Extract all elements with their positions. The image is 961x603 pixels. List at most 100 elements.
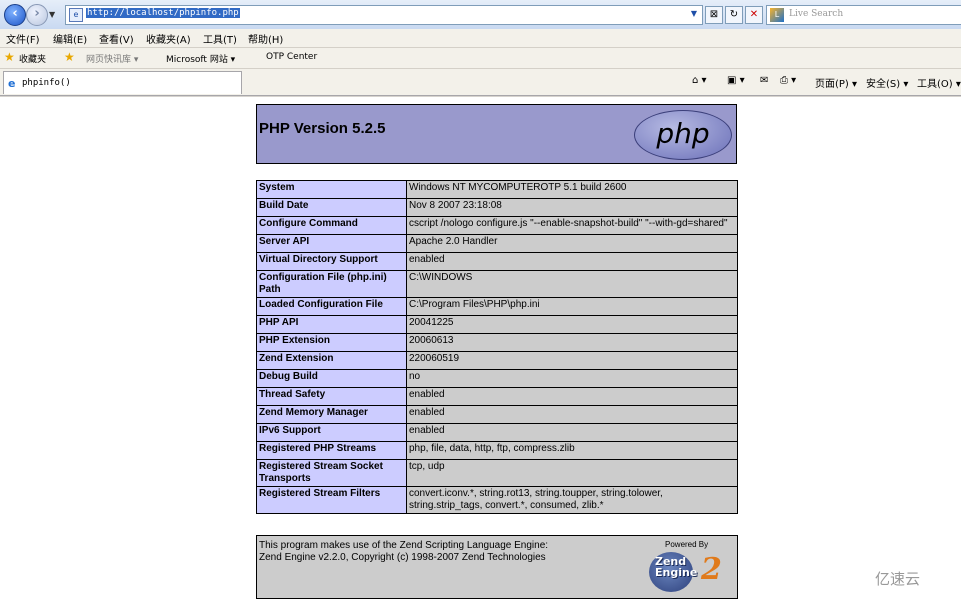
php-header: PHP Version 5.2.5 php <box>256 104 737 164</box>
row-key: Server API <box>256 234 407 253</box>
row-value: Nov 8 2007 23:18:08 <box>406 198 738 217</box>
menu-help[interactable]: 帮助(H) <box>248 31 283 46</box>
row-key: Registered PHP Streams <box>256 441 407 460</box>
row-value: no <box>406 369 738 388</box>
address-toolbar: ‹ › ▼ e http://localhost/phpinfo.php ▼ ⊠… <box>0 0 961 30</box>
table-row: Zend Extension 220060519 <box>256 351 738 370</box>
row-key: Loaded Configuration File <box>256 297 407 316</box>
fav-microsoft[interactable]: Microsoft 网站 ▾ <box>166 52 235 65</box>
search-box[interactable]: L Live Search <box>766 5 961 25</box>
row-key: Virtual Directory Support <box>256 252 407 271</box>
table-row: Zend Memory Manager enabled <box>256 405 738 424</box>
zend-powered-by: Powered By <box>665 540 709 549</box>
back-button[interactable]: ‹ <box>4 4 26 26</box>
table-row: Registered Stream Filters convert.iconv.*… <box>256 486 738 514</box>
table-row: Registered PHP Streams php, file, data, h… <box>256 441 738 460</box>
zend-word-2: Engine <box>655 566 698 579</box>
table-row: PHP API 20041225 <box>256 315 738 334</box>
row-key: Registered Stream Filters <box>256 486 407 514</box>
menu-file[interactable]: 文件(F) <box>6 31 40 46</box>
row-value: php, file, data, http, ftp, compress.zli… <box>406 441 738 460</box>
print-icon[interactable]: ⎙ ▾ <box>780 75 796 86</box>
row-key: Registered Stream Socket Transports <box>256 459 407 487</box>
zend-two: 2 <box>701 552 722 587</box>
menu-favorites[interactable]: 收藏夹(A) <box>146 31 191 46</box>
mail-icon[interactable]: ✉ <box>760 75 768 86</box>
forward-arrow-icon: › <box>34 6 40 21</box>
menu-tools[interactable]: 工具(T) <box>203 31 237 46</box>
row-key: PHP Extension <box>256 333 407 352</box>
footer-line-2: Zend Engine v2.2.0, Copyright (c) 1998-2… <box>259 552 546 563</box>
fav-web-slices[interactable]: 网页快讯库 ▾ <box>86 52 138 65</box>
forward-button[interactable]: › <box>26 4 48 26</box>
live-search-logo-icon: L <box>770 8 784 22</box>
address-dropdown-icon[interactable]: ▼ <box>688 8 700 20</box>
row-value: 20060613 <box>406 333 738 352</box>
row-value: 220060519 <box>406 351 738 370</box>
page-content: PHP Version 5.2.5 php System Windows NT M… <box>0 96 961 603</box>
menu-view[interactable]: 查看(V) <box>99 31 134 46</box>
add-star-icon: ★ <box>64 50 75 64</box>
tools-menu[interactable]: 工具(O) ▾ <box>917 75 961 90</box>
address-url[interactable]: http://localhost/phpinfo.php <box>86 8 240 18</box>
row-value: tcp, udp <box>406 459 738 487</box>
row-value: C:\Program Files\PHP\php.ini <box>406 297 738 316</box>
star-icon: ★ <box>4 50 15 64</box>
tab-phpinfo[interactable]: e phpinfo() <box>3 71 242 94</box>
row-key: PHP API <box>256 315 407 334</box>
search-placeholder: Live Search <box>789 9 844 19</box>
page-menu[interactable]: 页面(P) ▾ <box>815 75 857 90</box>
menu-edit[interactable]: 编辑(E) <box>53 31 87 46</box>
row-value: enabled <box>406 387 738 406</box>
zend-logo-words: Zend Engine <box>655 556 697 578</box>
table-row: Configure Command cscript /nologo configu… <box>256 216 738 235</box>
table-row: PHP Extension 20060613 <box>256 333 738 352</box>
row-value: C:\WINDOWS <box>406 270 738 298</box>
fav-otp-center[interactable]: OTP Center <box>266 52 317 62</box>
watermark: 亿速云 <box>875 570 921 588</box>
address-bar[interactable]: e http://localhost/phpinfo.php ▼ <box>65 5 703 25</box>
row-value: convert.iconv.*, string.rot13, string.to… <box>406 486 738 514</box>
menu-bar: 文件(F) 编辑(E) 查看(V) 收藏夹(A) 工具(T) 帮助(H) <box>0 29 961 48</box>
row-key: Debug Build <box>256 369 407 388</box>
ie-icon: e <box>8 77 16 90</box>
table-row: System Windows NT MYCOMPUTEROTP 5.1 build… <box>256 180 738 199</box>
tab-bar: e phpinfo() ⌂ ▾ ▣ ▾ ✉ ⎙ ▾ 页面(P) ▾ 安全(S) … <box>0 69 961 96</box>
row-key: IPv6 Support <box>256 423 407 442</box>
history-dropdown-icon[interactable]: ▼ <box>49 10 55 19</box>
home-icon[interactable]: ⌂ ▾ <box>692 75 707 86</box>
php-logo-text: php <box>656 117 710 150</box>
page-icon: e <box>69 8 83 22</box>
row-key: Zend Extension <box>256 351 407 370</box>
row-key: Configure Command <box>256 216 407 235</box>
table-row: Loaded Configuration File C:\Program File… <box>256 297 738 316</box>
row-value: enabled <box>406 252 738 271</box>
safety-menu[interactable]: 安全(S) ▾ <box>866 75 908 90</box>
refresh-icon[interactable]: ↻ <box>725 6 743 24</box>
php-logo: php <box>634 110 732 160</box>
favorites-button[interactable]: ★ 收藏夹 <box>4 50 46 65</box>
row-key: Zend Memory Manager <box>256 405 407 424</box>
row-value: cscript /nologo configure.js "--enable-s… <box>406 216 738 235</box>
table-row: Thread Safety enabled <box>256 387 738 406</box>
row-key: Configuration File (php.ini) Path <box>256 270 407 298</box>
php-info-table: System Windows NT MYCOMPUTEROTP 5.1 build… <box>256 180 738 514</box>
zend-engine-logo: Powered By Zend Engine 2 <box>643 540 733 596</box>
row-key: Build Date <box>256 198 407 217</box>
table-row: Configuration File (php.ini) Path C:\WIND… <box>256 270 738 298</box>
footer-text: This program makes use of the Zend Scrip… <box>259 540 548 564</box>
feeds-icon[interactable]: ▣ ▾ <box>727 75 745 86</box>
footer-line-1: This program makes use of the Zend Scrip… <box>259 540 549 551</box>
row-value: 20041225 <box>406 315 738 334</box>
row-key: System <box>256 180 407 199</box>
compatibility-icon[interactable]: ⊠ <box>705 6 723 24</box>
back-arrow-icon: ‹ <box>12 6 18 21</box>
row-value: Windows NT MYCOMPUTEROTP 5.1 build 2600 <box>406 180 738 199</box>
zend-footer: This program makes use of the Zend Scrip… <box>256 535 738 599</box>
table-row: Registered Stream Socket Transports tcp, … <box>256 459 738 487</box>
stop-icon[interactable]: ✕ <box>745 6 763 24</box>
table-row: Virtual Directory Support enabled <box>256 252 738 271</box>
row-value: enabled <box>406 423 738 442</box>
table-row: Server API Apache 2.0 Handler <box>256 234 738 253</box>
row-value: Apache 2.0 Handler <box>406 234 738 253</box>
